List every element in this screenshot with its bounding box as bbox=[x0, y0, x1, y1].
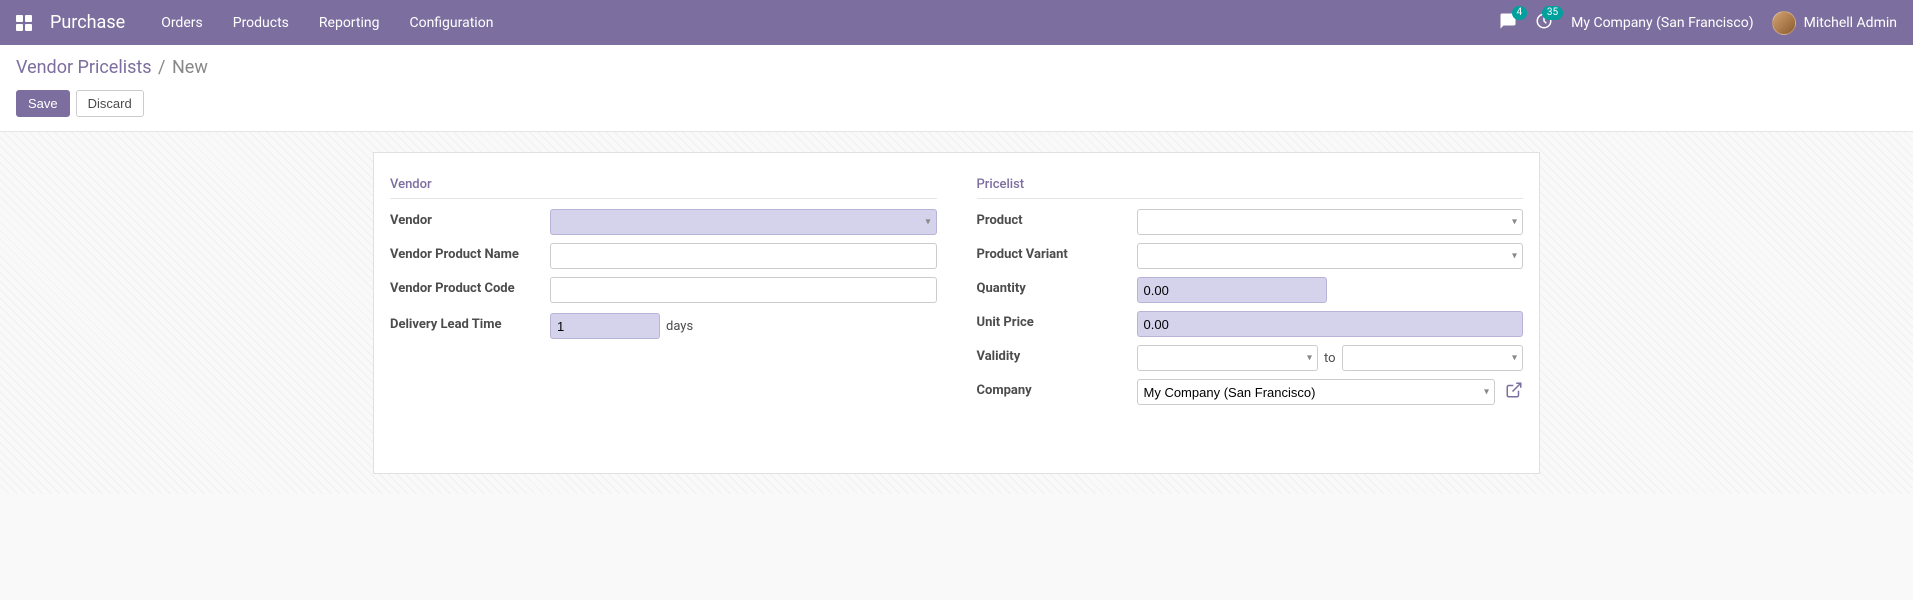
company-switcher[interactable]: My Company (San Francisco) bbox=[1571, 15, 1753, 31]
company-field[interactable] bbox=[1137, 379, 1496, 405]
breadcrumb-separator: / bbox=[158, 57, 165, 78]
vendor-section-title: Vendor bbox=[390, 177, 937, 199]
control-panel: Vendor Pricelists / New Save Discard bbox=[0, 45, 1913, 132]
save-button[interactable]: Save bbox=[16, 90, 70, 117]
vendor-field[interactable] bbox=[550, 209, 937, 235]
breadcrumb: Vendor Pricelists / New bbox=[16, 57, 1897, 78]
external-link-icon[interactable] bbox=[1505, 381, 1523, 403]
topbar: Purchase Orders Products Reporting Confi… bbox=[0, 0, 1913, 45]
product-variant-label: Product Variant bbox=[977, 243, 1137, 264]
activities-icon[interactable]: 35 bbox=[1535, 12, 1553, 34]
messages-badge: 4 bbox=[1512, 6, 1528, 20]
delivery-lead-time-field[interactable] bbox=[550, 313, 660, 339]
delivery-lead-time-label: Delivery Lead Time bbox=[390, 313, 550, 334]
pricelist-section-title: Pricelist bbox=[977, 177, 1524, 199]
activities-badge: 35 bbox=[1542, 6, 1563, 20]
form-card: Vendor Vendor ▾ Vendor Product Name bbox=[373, 152, 1540, 474]
nav-orders[interactable]: Orders bbox=[161, 15, 203, 31]
action-buttons: Save Discard bbox=[16, 90, 1897, 117]
user-menu[interactable]: Mitchell Admin bbox=[1772, 11, 1897, 35]
company-label: Company bbox=[977, 379, 1137, 400]
topbar-right: 4 35 My Company (San Francisco) Mitchell… bbox=[1499, 11, 1897, 35]
discard-button[interactable]: Discard bbox=[76, 90, 144, 117]
product-label: Product bbox=[977, 209, 1137, 230]
product-variant-field[interactable] bbox=[1137, 243, 1524, 269]
breadcrumb-parent[interactable]: Vendor Pricelists bbox=[16, 57, 152, 78]
breadcrumb-current: New bbox=[172, 57, 208, 78]
product-field[interactable] bbox=[1137, 209, 1524, 235]
nav-links: Orders Products Reporting Configuration bbox=[161, 15, 493, 31]
validity-label: Validity bbox=[977, 345, 1137, 366]
unit-price-field[interactable] bbox=[1137, 311, 1524, 337]
nav-configuration[interactable]: Configuration bbox=[409, 15, 493, 31]
app-brand[interactable]: Purchase bbox=[50, 12, 125, 33]
vendor-product-code-label: Vendor Product Code bbox=[390, 277, 550, 298]
vendor-product-name-field[interactable] bbox=[550, 243, 937, 269]
validity-from-field[interactable] bbox=[1137, 345, 1318, 371]
pricelist-section: Pricelist Product ▾ Product Variant bbox=[977, 177, 1524, 413]
unit-price-label: Unit Price bbox=[977, 311, 1137, 332]
quantity-field[interactable] bbox=[1137, 277, 1327, 303]
nav-reporting[interactable]: Reporting bbox=[319, 15, 380, 31]
vendor-product-name-label: Vendor Product Name bbox=[390, 243, 550, 264]
main-area: Vendor Vendor ▾ Vendor Product Name bbox=[0, 132, 1913, 494]
nav-products[interactable]: Products bbox=[233, 15, 289, 31]
vendor-label: Vendor bbox=[390, 209, 550, 230]
delivery-lead-time-unit: days bbox=[666, 319, 693, 334]
user-name: Mitchell Admin bbox=[1804, 15, 1897, 31]
messages-icon[interactable]: 4 bbox=[1499, 12, 1517, 34]
validity-to-field[interactable] bbox=[1342, 345, 1523, 371]
vendor-section: Vendor Vendor ▾ Vendor Product Name bbox=[390, 177, 937, 413]
apps-icon[interactable] bbox=[16, 15, 32, 31]
quantity-label: Quantity bbox=[977, 277, 1137, 298]
vendor-product-code-field[interactable] bbox=[550, 277, 937, 303]
validity-to-label: to bbox=[1324, 351, 1336, 366]
avatar bbox=[1772, 11, 1796, 35]
